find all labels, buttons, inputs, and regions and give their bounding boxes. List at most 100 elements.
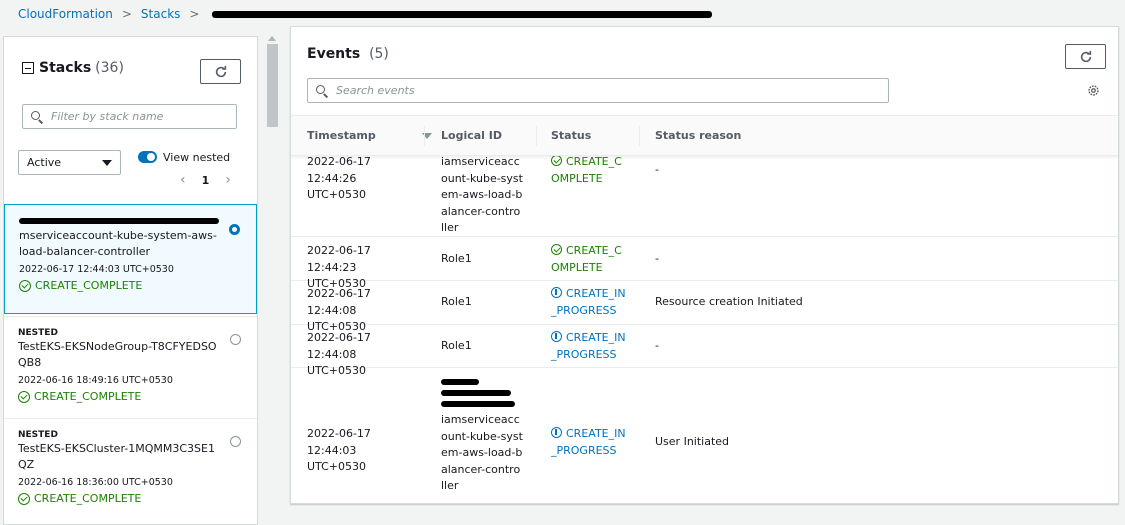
stack-status-label: CREATE_COMPLETE [35, 279, 143, 292]
stack-status: CREATE_COMPLETE [18, 491, 243, 507]
stacks-panel: Stacks (36) Filter by stack name Active … [3, 36, 258, 525]
redacted-text [441, 379, 479, 385]
stack-radio[interactable] [230, 334, 241, 345]
events-table-body: 2022-06-17 12:44:26 UTC+0530 iamservicea… [291, 156, 1118, 503]
event-date: 2022-06-17 [307, 156, 371, 168]
stack-filter-placeholder: Filter by stack name [51, 110, 164, 123]
stack-status-label: CREATE_COMPLETE [34, 492, 142, 505]
stacks-title: Stacks [39, 60, 92, 76]
event-logical-id: Role1 [441, 252, 472, 265]
stack-list-item[interactable]: NESTED TestEKS-EKSCluster-1MQMM3C3SE1QZ … [4, 418, 257, 522]
stack-filter-input[interactable]: Filter by stack name [22, 104, 237, 129]
stacks-pagination: ‹ 1 › [180, 172, 231, 188]
column-divider [639, 126, 640, 146]
breadcrumb: CloudFormation > Stacks > [18, 5, 713, 23]
event-time: 12:44:26 UTC+0530 [307, 171, 367, 202]
redacted-text [441, 390, 511, 396]
search-events-placeholder: Search events [336, 84, 415, 97]
stack-timestamp: 2022-06-17 12:44:03 UTC+0530 [19, 264, 174, 275]
event-logical-id-text: iamserviceaccount-kube-system-aws-load-b… [441, 413, 523, 492]
stack-timestamp: 2022-06-16 18:36:00 UTC+0530 [18, 477, 173, 488]
collapse-icon[interactable] [22, 62, 34, 74]
column-divider [424, 126, 425, 146]
event-status: CREATE_IN_PROGRESS [551, 426, 626, 459]
events-title: Events [307, 46, 361, 62]
events-table-header: Timestamp Logical ID Status Status reaso… [291, 115, 1118, 156]
search-icon [316, 84, 328, 97]
stack-status-select-value: Active [27, 156, 62, 169]
event-status-reason: Resource creation Initiated [655, 295, 803, 308]
table-row: 2022-06-17 12:44:23 UTC+0530 Role1 CREAT… [291, 237, 1118, 290]
search-events-input[interactable]: Search events [307, 78, 889, 103]
event-status-reason: - [655, 339, 659, 352]
check-circle-icon [551, 244, 562, 255]
scroll-thumb[interactable] [267, 44, 278, 127]
table-row: 2022-06-17 12:44:08 UTC+0530 Role1 CREAT… [291, 281, 1118, 333]
stack-radio-selected[interactable] [229, 224, 240, 235]
column-header-logical-id[interactable]: Logical ID [441, 129, 502, 142]
column-divider [536, 126, 537, 146]
event-date: 2022-06-17 [307, 331, 371, 344]
event-logical-id: Role1 [441, 339, 472, 352]
event-date: 2022-06-17 [307, 427, 371, 440]
event-date: 2022-06-17 [307, 287, 371, 300]
page-number[interactable]: 1 [202, 174, 210, 187]
events-refresh-button[interactable] [1065, 44, 1106, 69]
column-header-status-reason[interactable]: Status reason [655, 129, 741, 142]
event-time: 12:44:03 UTC+0530 [307, 443, 367, 474]
redacted-stack-name [19, 218, 219, 224]
event-status-label: CREATE_IN_PROGRESS [551, 331, 626, 361]
chevron-right-icon: > [121, 7, 132, 21]
column-header-status[interactable]: Status [551, 129, 591, 142]
stacks-refresh-button[interactable] [200, 59, 241, 84]
stack-name: mserviceaccount-kube-system-aws-load-bal… [19, 229, 217, 258]
event-logical-id: Role1 [441, 295, 472, 308]
info-circle-icon [551, 287, 562, 298]
column-header-timestamp-label: Timestamp [307, 129, 376, 142]
nested-tag: NESTED [18, 430, 58, 440]
breadcrumb-cloudformation-link[interactable]: CloudFormation [18, 7, 113, 21]
refresh-icon [215, 65, 226, 77]
event-timestamp: 2022-06-17 12:44:03 UTC+0530 [307, 426, 417, 476]
stack-list-item[interactable]: mserviceaccount-kube-system-aws-load-bal… [4, 204, 257, 314]
info-circle-icon [551, 427, 562, 438]
event-logical-id: iamserviceaccount-kube-system-aws-load-b… [441, 374, 523, 495]
event-status: CREATE_IN_PROGRESS [551, 286, 626, 319]
nested-tag: NESTED [18, 328, 58, 338]
chevron-left-icon[interactable]: ‹ [180, 172, 186, 188]
table-row: 2022-06-17 12:44:08 UTC+0530 Role1 CREAT… [291, 325, 1118, 377]
stack-status: CREATE_COMPLETE [19, 278, 242, 294]
chevron-right-icon: > [189, 7, 200, 21]
chevron-right-icon[interactable]: › [225, 172, 231, 188]
table-row: 2022-06-17 12:44:03 UTC+0530 iamservicea… [291, 368, 1118, 503]
stack-radio[interactable] [230, 436, 241, 447]
check-circle-icon [18, 493, 30, 505]
refresh-icon [1080, 50, 1091, 62]
stacks-scrollbar[interactable] [266, 36, 279, 525]
caret-down-icon [102, 159, 112, 166]
gear-icon[interactable] [1087, 84, 1100, 97]
stacks-count: (36) [95, 60, 124, 76]
redacted-stack-name [212, 10, 713, 18]
event-status-label: CREATE_IN_PROGRESS [551, 427, 626, 457]
events-panel-header: Events (5) [307, 46, 389, 62]
search-icon [31, 110, 43, 123]
stacks-panel-header: Stacks (36) [22, 60, 124, 76]
breadcrumb-stacks-link[interactable]: Stacks [141, 7, 180, 21]
check-circle-icon [19, 280, 31, 292]
table-row: 2022-06-17 12:44:26 UTC+0530 iamservicea… [291, 156, 1118, 237]
column-header-timestamp[interactable]: Timestamp [307, 129, 432, 142]
info-circle-icon [551, 331, 562, 342]
event-status: CREATE_COMPLETE [551, 243, 626, 276]
scroll-up-arrow-icon[interactable] [268, 36, 276, 41]
stack-status: CREATE_COMPLETE [18, 389, 243, 405]
event-status: CREATE_COMPLETE [551, 156, 626, 187]
check-circle-icon [551, 156, 562, 166]
stack-status-label: CREATE_COMPLETE [34, 390, 142, 403]
view-nested-toggle[interactable] [138, 151, 157, 163]
event-status-label: CREATE_IN_PROGRESS [551, 287, 626, 317]
stack-list-item[interactable]: NESTED TestEKS-EKSNodeGroup-T8CFYEDSOQB8… [4, 316, 257, 418]
event-status-reason: - [655, 252, 659, 265]
stack-name: TestEKS-EKSCluster-1MQMM3C3SE1QZ [18, 442, 215, 471]
stack-status-select[interactable]: Active [18, 150, 121, 175]
